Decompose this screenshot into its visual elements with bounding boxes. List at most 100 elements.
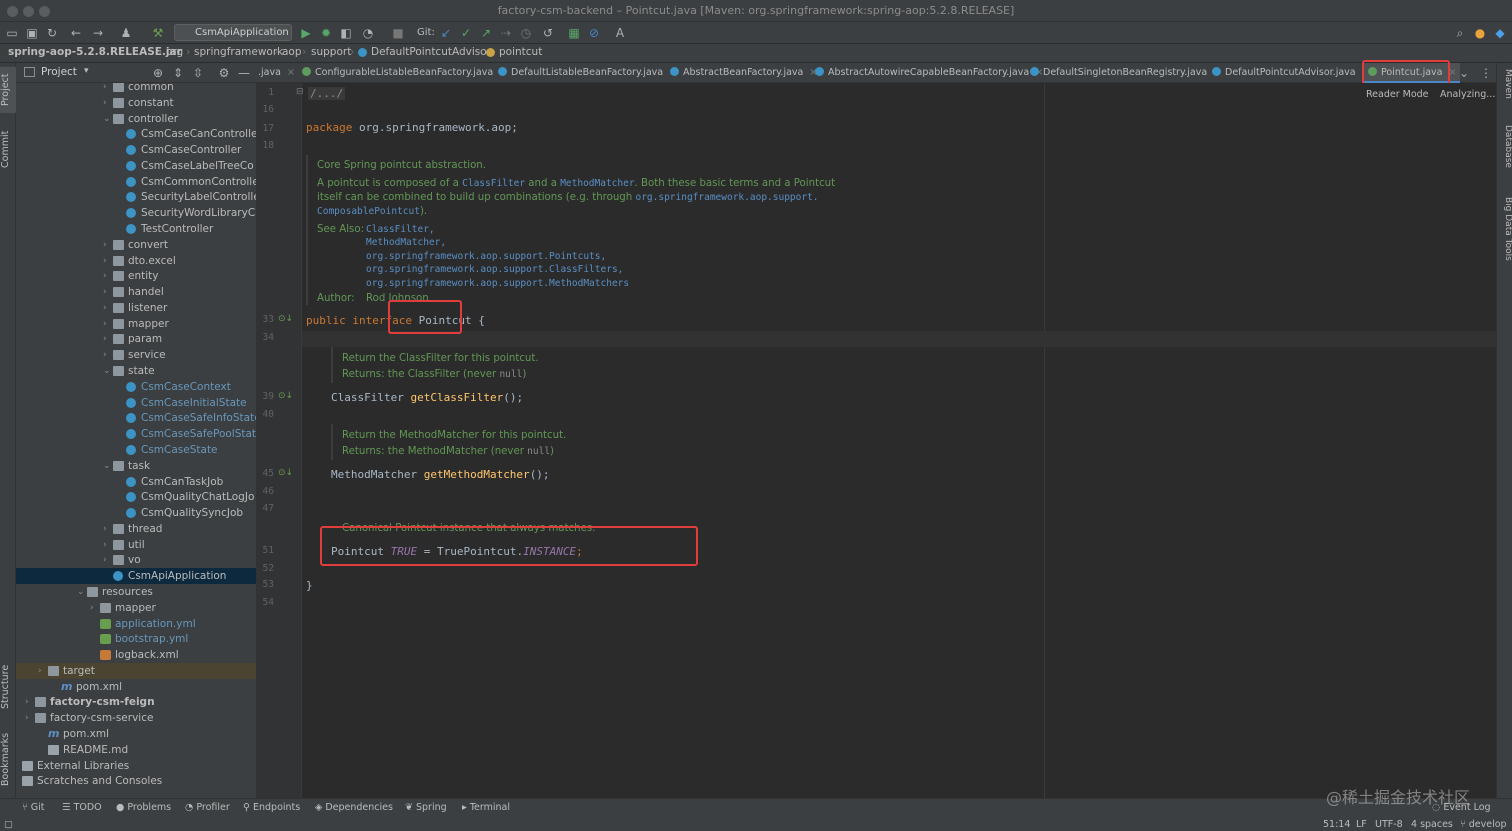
tree-item[interactable]: › factory-csm-feign xyxy=(16,694,256,710)
chevron-right-icon[interactable]: › xyxy=(103,83,107,95)
chevron-right-icon[interactable]: › xyxy=(103,237,107,253)
doc-see-also-2[interactable]: MethodMatcher, xyxy=(366,237,446,248)
tab-commit-tool[interactable]: Commit xyxy=(0,123,16,175)
tree-item[interactable]: ⌄ controller xyxy=(16,111,256,127)
run-configuration-select[interactable]: CsmApiApplication ▾ xyxy=(174,24,292,53)
breadcrumb-class[interactable]: DefaultPointcutAdvisor xyxy=(371,46,491,58)
update-icon[interactable]: ● xyxy=(1472,25,1488,41)
build-hammer-icon[interactable]: ⚒ xyxy=(150,25,166,41)
tree-item[interactable]: ›External Libraries xyxy=(16,758,256,774)
debug-icon[interactable]: ✹ xyxy=(318,25,334,41)
tree-item[interactable]: TestController xyxy=(16,221,256,237)
tab-project-tool[interactable]: Project xyxy=(0,67,16,113)
status-square-icon[interactable]: ▢ xyxy=(4,819,13,830)
chevron-down-icon[interactable]: ▾ xyxy=(84,66,89,76)
tree-item[interactable]: › vo xyxy=(16,552,256,568)
chevron-right-icon[interactable]: › xyxy=(103,521,107,537)
folded-region[interactable]: /.../ xyxy=(308,87,346,100)
git-clock-icon[interactable]: ◷ xyxy=(518,25,534,41)
tool-terminal[interactable]: ▸ Terminal xyxy=(462,802,510,813)
chevron-right-icon[interactable]: › xyxy=(25,710,29,726)
gear-icon[interactable]: ⚙ xyxy=(216,65,232,81)
tree-item[interactable]: › target xyxy=(16,662,256,679)
doc-link-composable[interactable]: ComposablePointcut xyxy=(317,206,420,217)
tree-item[interactable]: › dto.excel xyxy=(16,253,256,269)
breadcrumb-org[interactable]: org xyxy=(166,46,183,58)
breadcrumb-field[interactable]: pointcut xyxy=(499,46,542,58)
code-editor[interactable]: ⊙↓ ⊙↓ ⊙↓ ⊟ 1 16 17 18 33 34 39 40 45 46 47 51 52 53 54… xyxy=(256,83,1496,798)
git-update-icon[interactable]: ↙ xyxy=(438,25,454,41)
hide-icon[interactable]: — xyxy=(236,65,252,81)
tool-git[interactable]: ⑂ Git xyxy=(22,802,44,813)
coverage-chart-icon[interactable]: ▦ xyxy=(566,25,582,41)
profile-icon[interactable]: ◔ xyxy=(360,25,376,41)
tab-structure-tool[interactable]: Structure xyxy=(0,657,16,717)
doc-link-classfilter[interactable]: ClassFilter xyxy=(462,178,525,189)
tree-item[interactable]: › util xyxy=(16,537,256,553)
tree-item[interactable]: CsmCaseSafePoolStat xyxy=(16,426,256,442)
tree-item[interactable]: CsmCommonControlle xyxy=(16,174,256,190)
tab-configurable-listable-bean-factory[interactable]: ConfigurableListableBeanFactory.java× xyxy=(302,63,507,83)
tree-item[interactable]: CsmCaseLabelTreeCo xyxy=(16,158,256,174)
tree-item[interactable]: › service xyxy=(16,347,256,363)
tree-item[interactable]: › common xyxy=(16,83,256,95)
breadcrumb-jar[interactable]: spring-aop-5.2.8.RELEASE.jar xyxy=(8,46,182,58)
tab-default-singleton-bean-registry[interactable]: DefaultSingletonBeanRegistry.java× xyxy=(1030,63,1221,83)
close-icon[interactable]: × xyxy=(287,67,295,78)
chevron-right-icon[interactable]: › xyxy=(103,347,107,363)
chevron-down-icon[interactable]: ⌄ xyxy=(103,111,111,127)
git-push-icon[interactable]: ↗ xyxy=(478,25,494,41)
doc-link-methodmatcher[interactable]: MethodMatcher xyxy=(560,178,634,189)
forward-arrow-icon[interactable]: → xyxy=(90,25,106,41)
tool-profiler[interactable]: ◔ Profiler xyxy=(185,802,230,813)
tree-item[interactable]: application.yml xyxy=(16,616,256,632)
tree-item[interactable]: SecurityLabelControlle xyxy=(16,189,256,205)
chevron-right-icon[interactable]: › xyxy=(103,300,107,316)
tab-default-listable-bean-factory[interactable]: DefaultListableBeanFactory.java× xyxy=(498,63,677,83)
doc-see-also-1[interactable]: ClassFilter, xyxy=(366,224,435,235)
target-icon[interactable]: ⊕ xyxy=(150,65,166,81)
tree-item[interactable]: › handel xyxy=(16,284,256,300)
tree-item[interactable]: m pom.xml xyxy=(16,679,256,695)
tree-item[interactable]: ⌄ task xyxy=(16,458,256,474)
indent-setting[interactable]: 4 spaces xyxy=(1411,819,1453,830)
tab-abstract-bean-factory[interactable]: AbstractBeanFactory.java × xyxy=(670,63,817,83)
sync-icon[interactable]: ↻ xyxy=(44,25,60,41)
chevron-right-icon[interactable]: › xyxy=(103,284,107,300)
implemented-marker-icon[interactable]: ⊙↓ xyxy=(278,468,293,478)
run-icon[interactable]: ▶ xyxy=(298,25,314,41)
fold-icon[interactable]: ⊟ xyxy=(296,87,304,97)
chevron-right-icon[interactable]: › xyxy=(38,663,42,679)
tree-item[interactable]: CsmApiApplication xyxy=(16,568,256,585)
expand-all-icon[interactable]: ⇕ xyxy=(170,65,186,81)
more-vertical-icon[interactable]: ⋮ xyxy=(1478,65,1494,81)
back-arrow-icon[interactable]: ← xyxy=(68,25,84,41)
tree-item[interactable]: CsmCanTaskJob xyxy=(16,474,256,490)
tab-maven-tool[interactable]: Maven xyxy=(1497,69,1512,113)
chevron-right-icon[interactable]: › xyxy=(90,600,94,616)
tab-database-tool[interactable]: Database xyxy=(1497,125,1512,185)
breadcrumb-support[interactable]: support xyxy=(311,46,351,58)
tree-item[interactable]: CsmQualitySyncJob xyxy=(16,505,256,521)
chevron-right-icon[interactable]: › xyxy=(103,253,107,269)
tree-item[interactable]: m pom.xml xyxy=(16,726,256,742)
tree-item[interactable]: CsmQualityChatLogJo xyxy=(16,489,256,505)
block-icon[interactable]: ⊘ xyxy=(586,25,602,41)
implemented-marker-icon[interactable]: ⊙↓ xyxy=(278,391,293,401)
chevron-down-icon[interactable]: ⌄ xyxy=(77,584,85,600)
tree-item[interactable]: › listener xyxy=(16,300,256,316)
search-icon[interactable]: ⌕ xyxy=(1452,25,1468,41)
chevron-right-icon[interactable]: › xyxy=(103,537,107,553)
git-history-icon[interactable]: ⇢ xyxy=(498,25,514,41)
tab-abstract-autowire-capable-bean-factory[interactable]: AbstractAutowireCapableBeanFactory.java × xyxy=(815,63,1043,83)
stop-icon[interactable]: ■ xyxy=(390,25,406,41)
translate-icon[interactable]: A xyxy=(612,25,628,41)
tool-problems[interactable]: ● Problems xyxy=(116,802,171,813)
tab-default-pointcut-advisor[interactable]: DefaultPointcutAdvisor.java× xyxy=(1212,63,1370,83)
tree-item[interactable]: › constant xyxy=(16,95,256,111)
breadcrumb-aop[interactable]: aop xyxy=(282,46,302,58)
tree-item[interactable]: README.md xyxy=(16,742,256,758)
tree-item[interactable]: › mapper xyxy=(16,316,256,332)
line-separator[interactable]: LF xyxy=(1356,819,1367,830)
tree-item[interactable]: › entity xyxy=(16,268,256,284)
